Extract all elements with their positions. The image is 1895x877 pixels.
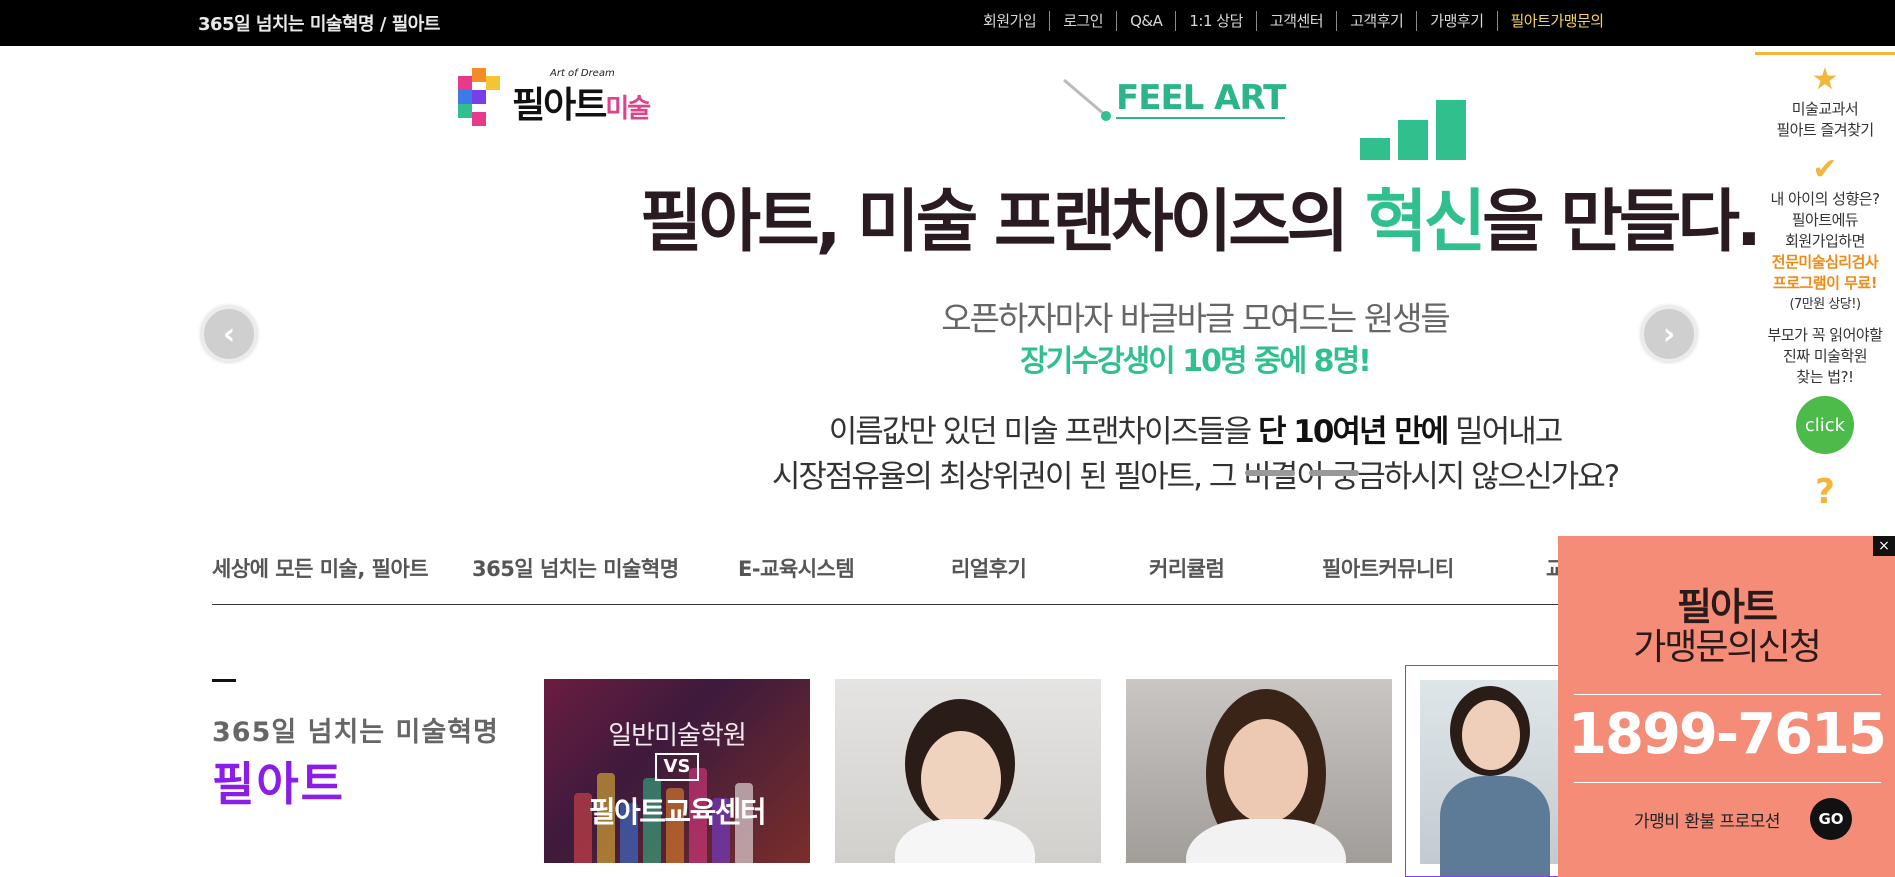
hero-line-2: 장기수강생이 10명 중에 8명! <box>1020 344 1372 379</box>
nav-brand: 세상에 모든 미술, 필아트 <box>212 557 429 581</box>
franchise-review-link[interactable]: 가맹후기 <box>1416 11 1496 31</box>
parents-guide-item[interactable]: 부모가 꼭 읽어야할 진짜 미술학원 찾는 법?! <box>1755 325 1895 388</box>
click-button[interactable]: click <box>1796 396 1854 454</box>
feel-art-text: FEEL ART <box>1116 78 1286 119</box>
slider-pagination <box>1245 470 1359 476</box>
check-icon: ✔ <box>1812 152 1838 187</box>
logo-main-b: 미술 <box>605 94 651 124</box>
slider-dot[interactable] <box>1245 470 1295 476</box>
promo-divider-top <box>1574 694 1881 695</box>
logo-sub: Art of Dream <box>550 68 615 79</box>
customer-review-link[interactable]: 고객후기 <box>1336 11 1416 31</box>
customer-center-link[interactable]: 고객센터 <box>1255 11 1336 31</box>
card-compare-vs: VS <box>655 753 699 781</box>
quick-menu: ★ 미술교과서 필아트 즐겨찾기 ✔ 내 아이의 성향은? 필아트에듀 회원가입… <box>1755 52 1895 532</box>
card-child-photo[interactable] <box>835 679 1101 863</box>
family-photo <box>1420 680 1564 876</box>
top-nav: 회원가입 로그인 Q&A 1:1 상담 고객센터 고객후기 가맹후기 필아트가맹… <box>970 10 1617 32</box>
close-button[interactable]: × <box>1873 536 1895 556</box>
page: 365일 넘치는 미술혁명 / 필아트 회원가입 로그인 Q&A 1:1 상담 … <box>0 0 1895 877</box>
feel-art-tag: FEEL ART <box>1060 76 1286 122</box>
hero-line-4: 시장점유율의 최상위권이 된 필아트, 그 비결이 궁금하시지 않으신가요? <box>771 459 1620 495</box>
card-family-photo[interactable] <box>1405 665 1565 877</box>
franchise-inquiry-link[interactable]: 필아트가맹문의 <box>1496 11 1617 31</box>
nav-item-community[interactable]: 필아트커뮤니티 <box>1322 553 1454 583</box>
hero-headline: 필아트, 미술 프랜차이즈의 혁신을 만들다. <box>640 183 1762 262</box>
promo-title-2: 가맹문의신청 <box>1633 627 1822 668</box>
franchise-promo-popup: × 필아트 가맹문의신청 1899-7615 가맹비 환불 프로모션 GO <box>1558 536 1895 877</box>
logo-mark-icon <box>458 68 500 126</box>
slider-prev-button[interactable]: ‹ <box>201 306 257 362</box>
promo-go-button[interactable]: GO <box>1810 798 1852 840</box>
card-compare-bottom: 필아트교육센터 <box>588 795 767 829</box>
growth-bars-icon <box>1360 100 1466 160</box>
section-title: 필아트 <box>212 757 345 811</box>
signup-link[interactable]: 회원가입 <box>970 11 1049 31</box>
site-logo[interactable]: Art of Dream 필아트미술 <box>458 66 651 132</box>
chevron-left-icon: ‹ <box>222 316 236 352</box>
hero-banner: Art of Dream 필아트미술 FEEL ART 필아트, 미술 프랜차이… <box>0 46 1895 526</box>
hero-line-3: 이름값만 있던 미술 프랜차이즈들을 단 10여년 만에 밀어내고 <box>828 414 1563 450</box>
promo-divider-bottom <box>1574 782 1881 783</box>
top-slogan: 365일 넘치는 미술혁명 / 필아트 <box>198 14 440 35</box>
nav-item-curriculum[interactable]: 커리큘럼 <box>1149 553 1225 583</box>
art-test-item[interactable]: 내 아이의 성향은? 필아트에듀 회원가입하면 전문미술심리검사 프로그램이 무… <box>1755 189 1895 315</box>
top-bar: 365일 넘치는 미술혁명 / 필아트 회원가입 로그인 Q&A 1:1 상담 … <box>0 0 1895 46</box>
question-icon[interactable]: ? <box>1810 472 1840 512</box>
consult-link[interactable]: 1:1 상담 <box>1175 11 1256 31</box>
section-dash <box>212 679 236 682</box>
nav-item-revolution[interactable]: 365일 넘치는 미술혁명 <box>472 553 679 583</box>
bookmark-item[interactable]: 미술교과서 필아트 즐겨찾기 <box>1755 99 1895 141</box>
main-nav: 세상에 모든 미술, 필아트 365일 넘치는 미술혁명 E-교육시스템 리얼후… <box>212 545 1692 605</box>
card-compare-top: 일반미술학원 <box>608 721 747 751</box>
login-link[interactable]: 로그인 <box>1049 11 1116 31</box>
brush-icon <box>1063 78 1111 121</box>
qna-link[interactable]: Q&A <box>1116 11 1175 31</box>
promo-phone[interactable]: 1899-7615 <box>1558 702 1895 767</box>
section-subtitle: 365일 넘치는 미술혁명 <box>212 717 499 748</box>
promo-footer: 가맹비 환불 프로모션 <box>1634 812 1781 832</box>
slider-dot[interactable] <box>1309 470 1359 476</box>
nav-item-reviews[interactable]: 리얼후기 <box>951 553 1027 583</box>
nav-item-e-education[interactable]: E-교육시스템 <box>738 553 855 583</box>
star-icon: ★ <box>1811 62 1839 97</box>
chevron-right-icon: › <box>1662 316 1676 352</box>
card-compare[interactable]: 일반미술학원 VS 필아트교육센터 <box>544 679 810 863</box>
logo-main-a: 필아트 <box>512 85 607 126</box>
card-speaker-photo[interactable] <box>1126 679 1392 863</box>
slider-next-button[interactable]: › <box>1641 306 1697 362</box>
hero-line-1: 오픈하자마자 바글바글 모여드는 원생들 <box>941 299 1451 338</box>
